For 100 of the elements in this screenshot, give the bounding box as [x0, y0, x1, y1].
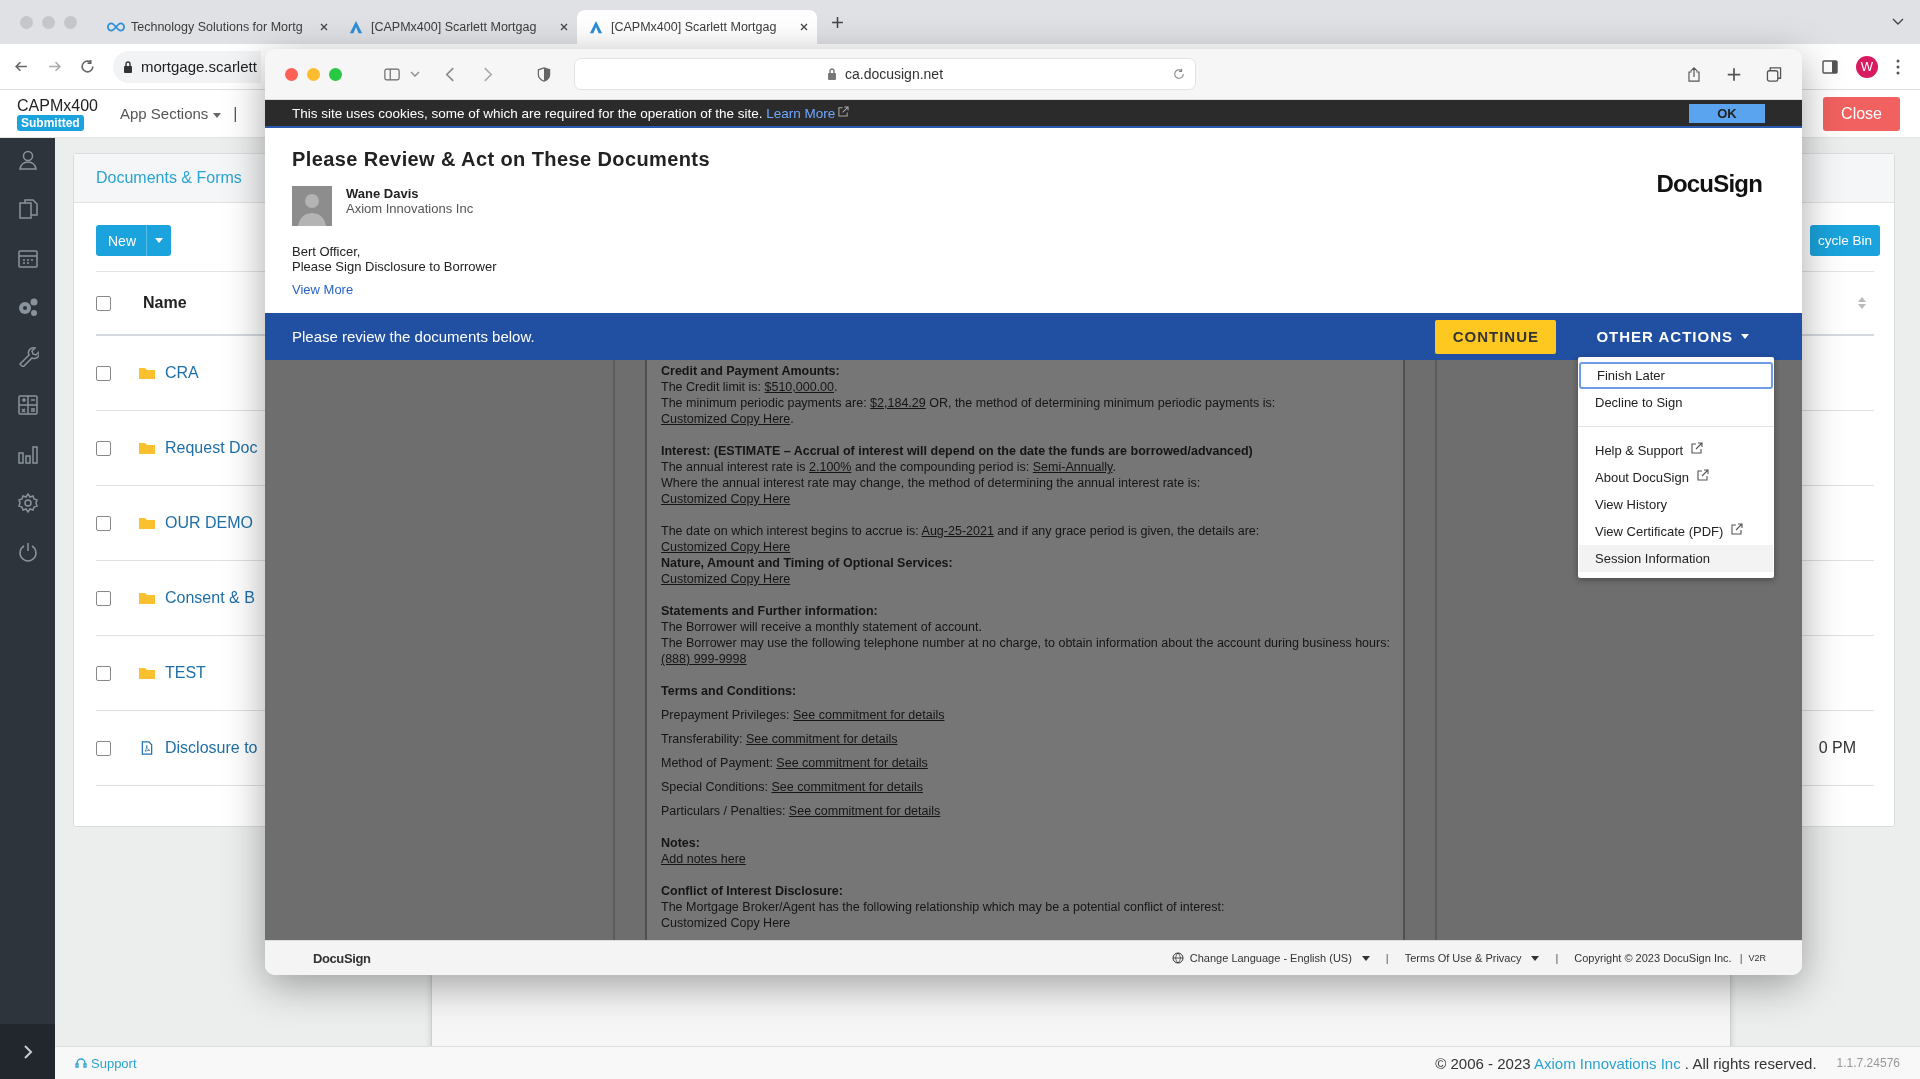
new-tab-icon[interactable] [831, 15, 844, 29]
row-name-link[interactable]: Consent & B [165, 589, 255, 607]
row-checkbox[interactable] [96, 590, 111, 606]
folder-icon [139, 366, 155, 380]
row-checkbox[interactable] [96, 365, 111, 381]
new-tab-icon[interactable] [1726, 66, 1742, 82]
section-heading: Statements and Further information: [661, 603, 879, 619]
other-actions-button[interactable]: OTHER ACTIONS [1590, 327, 1755, 346]
row-name-link[interactable]: TEST [165, 664, 206, 682]
section-heading: Conflict of Interest Disclosure: [661, 883, 844, 899]
wrench-icon[interactable] [16, 345, 39, 367]
row-name-link[interactable]: OUR DEMO [165, 514, 253, 532]
learn-more-link[interactable]: Learn More [766, 105, 850, 121]
menu-icon[interactable] [1896, 58, 1900, 75]
lock-icon [123, 60, 133, 73]
copyright-text: © 2006 - 2023 Axiom Innovations Inc . All rights reserved. [1435, 1054, 1817, 1072]
close-icon[interactable] [319, 22, 329, 32]
folder-icon [139, 591, 155, 605]
sidebar-icon[interactable] [384, 66, 400, 82]
document-text: Customized Copy Here [661, 491, 792, 507]
close-icon[interactable] [559, 22, 569, 32]
ok-button[interactable]: OK [1689, 103, 1765, 123]
power-icon[interactable] [16, 541, 39, 563]
row-name-link[interactable]: Request Doc [165, 439, 258, 457]
headset-icon [75, 1057, 87, 1069]
document-text: Customized Copy Here [661, 915, 792, 931]
caret-icon[interactable] [1892, 18, 1904, 26]
row-checkbox[interactable] [96, 515, 111, 531]
document-text: Particulars / Penalties: See commitment for details [661, 803, 942, 819]
browser-tab[interactable]: Technology Solutions for Mortg [97, 10, 337, 44]
menu-item[interactable]: Session Information [1579, 545, 1773, 572]
external-link-icon [1731, 522, 1744, 535]
person-icon[interactable] [16, 149, 39, 171]
chevron-icon[interactable] [22, 1044, 33, 1059]
close-icon[interactable] [799, 22, 809, 32]
avatar-icon [292, 186, 332, 226]
browser-tab[interactable]: [CAPMx400] Scarlett Mortgag [577, 10, 817, 44]
copyright-text: Copyright © 2023 DocuSign Inc. [1574, 952, 1732, 964]
row-name-link[interactable]: Disclosure to [165, 739, 258, 757]
cookie-notice: This site uses cookies, some of which are required for the operation of the site. Learn More [292, 105, 850, 121]
section-heading: Interest: (ESTIMATE – Accrual of interest will depend on the date the funds are borrowed/advanced) [661, 443, 1254, 459]
caret-icon [1361, 955, 1370, 961]
menu-item[interactable]: About DocuSign [1579, 464, 1773, 491]
separator-text: | [1739, 952, 1743, 964]
gears-icon[interactable] [16, 296, 39, 318]
row-checkbox[interactable] [96, 440, 111, 456]
forward-icon[interactable] [47, 59, 62, 74]
side-panel-icon[interactable] [1822, 59, 1838, 74]
separator-text: | [1385, 952, 1389, 964]
reload-icon[interactable] [1173, 68, 1185, 80]
app-name: CAPMx400 [17, 96, 98, 115]
caret-icon [213, 112, 222, 118]
app-sections-menu[interactable]: App Sections [119, 105, 222, 122]
menu-item[interactable]: Help & Support [1579, 437, 1773, 464]
browser-tab[interactable]: [CAPMx400] Scarlett Mortgag [337, 10, 577, 44]
row-name-link[interactable]: CRA [165, 364, 199, 382]
version-text: V2R [1748, 953, 1766, 963]
folder-icon [139, 516, 155, 530]
external-link-icon [1696, 468, 1709, 481]
tabs-overview-icon[interactable] [1766, 66, 1782, 82]
row-checkbox[interactable] [96, 740, 111, 756]
share-icon[interactable] [1686, 66, 1702, 82]
status-badge: Submitted [17, 114, 84, 131]
close-window-button[interactable] [285, 67, 298, 81]
menu-item[interactable]: View History [1579, 491, 1773, 518]
globe-icon [1171, 952, 1184, 964]
section-heading: Terms and Conditions: [661, 683, 798, 699]
address-bar[interactable]: mortgage.scarlett [113, 50, 261, 83]
column-header[interactable]: Name [143, 294, 187, 312]
document-text: Customized Copy Here [661, 539, 792, 555]
language-menu[interactable]: Change Language - English (US) [1171, 952, 1370, 964]
calendar-icon[interactable] [16, 247, 39, 269]
bar-chart-icon[interactable] [16, 443, 39, 465]
page-title: Please Review & Act on These Documents [292, 148, 710, 171]
terms-menu[interactable]: Terms Of Use & Privacy [1404, 952, 1540, 964]
menu-item[interactable]: View Certificate (PDF) [1579, 518, 1773, 545]
caret-icon [1531, 955, 1540, 961]
select-all-checkbox[interactable] [96, 295, 111, 311]
menu-item[interactable]: Decline to Sign [1579, 389, 1773, 416]
zoom-window-button[interactable] [329, 67, 342, 81]
reload-icon[interactable] [80, 59, 95, 74]
message-text: Bert Officer, [292, 244, 362, 259]
menu-item[interactable]: Finish Later [1579, 362, 1773, 389]
triangle-icon [347, 20, 365, 34]
gear-icon[interactable] [16, 492, 39, 514]
continue-button[interactable]: CONTINUE [1435, 319, 1557, 354]
document-text: The date on which interest begins to accrue is: Aug-25-2021 and if any grace period is given, the details are: [661, 523, 1261, 539]
separator-text: | [1555, 952, 1559, 964]
folder-icon [139, 441, 155, 455]
document-text: Customized Copy Here. [661, 411, 795, 427]
documents-icon[interactable] [16, 198, 39, 220]
caret-icon[interactable] [410, 71, 420, 77]
row-checkbox[interactable] [96, 665, 111, 681]
docusign-logo: DocuSign [313, 950, 371, 966]
address-bar[interactable]: ca.docusign.net [574, 58, 1196, 90]
pdf-file-icon [139, 741, 155, 755]
profile-avatar[interactable]: W [1856, 55, 1878, 78]
back-icon[interactable] [14, 59, 29, 74]
calculator-icon[interactable] [16, 394, 39, 416]
view-more-link[interactable]: View More [292, 282, 354, 297]
